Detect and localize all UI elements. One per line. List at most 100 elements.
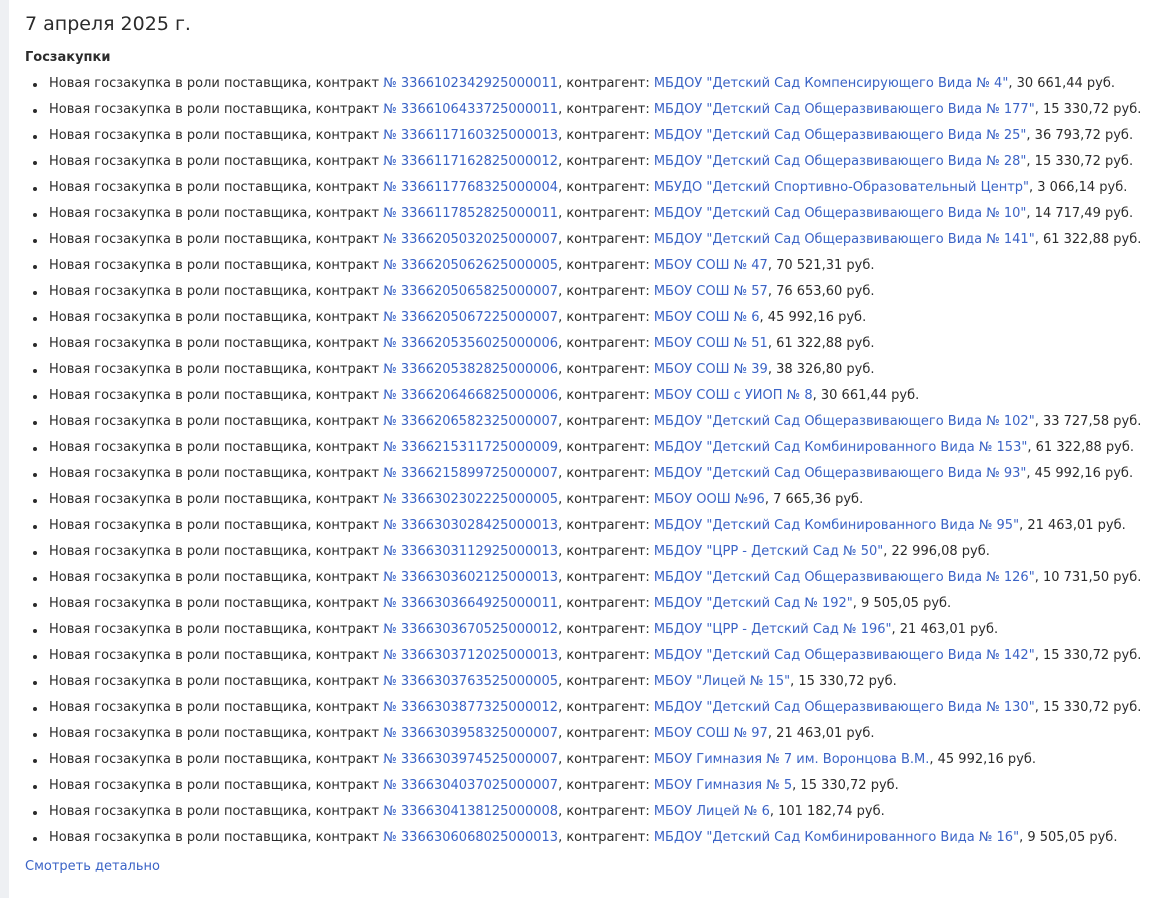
counterparty-link[interactable]: МБОУ СОШ № 57 — [654, 284, 768, 299]
counterparty-link[interactable]: МБДОУ "ЦРР - Детский Сад № 196" — [654, 622, 892, 637]
item-separator: , контрагент: — [558, 778, 654, 793]
list-item: Новая госзакупка в роли поставщика, конт… — [25, 71, 1165, 97]
counterparty-link[interactable]: МБДОУ "Детский Сад Общеразвивающего Вида… — [654, 414, 1035, 429]
counterparty-link[interactable]: МБОУ СОШ № 47 — [654, 258, 768, 273]
counterparty-link[interactable]: МБДОУ "Детский Сад Общеразвивающего Вида… — [654, 648, 1035, 663]
counterparty-link[interactable]: МБДОУ "Детский Сад Компенсирующего Вида … — [654, 76, 1008, 91]
contract-link[interactable]: № 3366306068025000013 — [383, 830, 558, 845]
contract-link[interactable]: № 3366117162825000012 — [383, 154, 558, 169]
view-details-link[interactable]: Смотреть детально — [25, 857, 160, 877]
item-prefix: Новая госзакупка в роли поставщика, конт… — [49, 128, 384, 143]
contract-link[interactable]: № 3366106433725000011 — [383, 102, 558, 117]
counterparty-link[interactable]: МБДОУ "Детский Сад Общеразвивающего Вида… — [654, 102, 1035, 117]
item-separator: , контрагент: — [558, 128, 654, 143]
item-amount: , 30 661,44 руб. — [1008, 76, 1115, 91]
item-amount: , 61 322,88 руб. — [1034, 232, 1142, 247]
contract-link[interactable]: № 3366205032025000007 — [383, 232, 558, 247]
contract-link[interactable]: № 3366117160325000013 — [383, 128, 558, 143]
item-prefix: Новая госзакупка в роли поставщика, конт… — [49, 154, 384, 169]
contract-link[interactable]: № 3366205062625000005 — [383, 258, 558, 273]
contract-link[interactable]: № 3366303712025000013 — [383, 648, 558, 663]
item-separator: , контрагент: — [558, 726, 654, 741]
item-amount: , 70 521,31 руб. — [767, 258, 875, 273]
counterparty-link[interactable]: МБОУ СОШ № 51 — [654, 336, 768, 351]
counterparty-link[interactable]: МБДОУ "Детский Сад Общеразвивающего Вида… — [654, 232, 1035, 247]
counterparty-link[interactable]: МБДОУ "Детский Сад № 192" — [654, 596, 853, 611]
counterparty-link[interactable]: МБДОУ "Детский Сад Общеразвивающего Вида… — [654, 128, 1027, 143]
contract-link[interactable]: № 3366304138125000008 — [383, 804, 558, 819]
item-amount: , 30 661,44 руб. — [812, 388, 920, 403]
counterparty-link[interactable]: МБУДО "Детский Спортивно-Образовательный… — [654, 180, 1029, 195]
contract-link[interactable]: № 3366205356025000006 — [383, 336, 558, 351]
list-item: Новая госзакупка в роли поставщика, конт… — [25, 279, 1165, 305]
list-item: Новая госзакупка в роли поставщика, конт… — [25, 149, 1165, 175]
contract-link[interactable]: № 3366206466825000006 — [383, 388, 558, 403]
counterparty-link[interactable]: МБОУ СОШ № 39 — [654, 362, 768, 377]
item-prefix: Новая госзакупка в роли поставщика, конт… — [49, 674, 384, 689]
contract-link[interactable]: № 3366205065825000007 — [383, 284, 558, 299]
contract-link[interactable]: № 3366303664925000011 — [383, 596, 558, 611]
item-prefix: Новая госзакупка в роли поставщика, конт… — [49, 206, 384, 221]
item-amount: , 76 653,60 руб. — [767, 284, 875, 299]
item-separator: , контрагент: — [558, 310, 654, 325]
item-amount: , 33 727,58 руб. — [1034, 414, 1142, 429]
item-amount: , 15 330,72 руб. — [792, 778, 899, 793]
contract-link[interactable]: № 3366205382825000006 — [383, 362, 558, 377]
counterparty-link[interactable]: МБДОУ "Детский Сад Общеразвивающего Вида… — [654, 206, 1027, 221]
counterparty-link[interactable]: МБОУ "Лицей № 15" — [654, 674, 790, 689]
contract-link[interactable]: № 3366303877325000012 — [383, 700, 558, 715]
contract-link[interactable]: № 3366303112925000013 — [383, 544, 558, 559]
item-amount: , 21 463,01 руб. — [767, 726, 875, 741]
counterparty-link[interactable]: МБДОУ "Детский Сад Комбинированного Вида… — [654, 518, 1019, 533]
contract-link[interactable]: № 3366215311725000009 — [383, 440, 558, 455]
counterparty-link[interactable]: МБОУ Гимназия № 7 им. Воронцова В.М. — [654, 752, 930, 767]
counterparty-link[interactable]: МБОУ ООШ №96 — [654, 492, 765, 507]
contract-link[interactable]: № 3366205067225000007 — [383, 310, 558, 325]
item-prefix: Новая госзакупка в роли поставщика, конт… — [49, 336, 384, 351]
item-amount: , 14 717,49 руб. — [1026, 206, 1134, 221]
item-separator: , контрагент: — [558, 76, 654, 91]
counterparty-link[interactable]: МБДОУ "Детский Сад Общеразвивающего Вида… — [654, 154, 1027, 169]
item-prefix: Новая госзакупка в роли поставщика, конт… — [49, 284, 384, 299]
counterparty-link[interactable]: МБДОУ "Детский Сад Общеразвивающего Вида… — [654, 466, 1027, 481]
contract-link[interactable]: № 3366302302225000005 — [383, 492, 558, 507]
list-item: Новая госзакупка в роли поставщика, конт… — [25, 123, 1165, 149]
contract-link[interactable]: № 3366303974525000007 — [383, 752, 558, 767]
item-prefix: Новая госзакупка в роли поставщика, конт… — [49, 310, 384, 325]
contract-link[interactable]: № 3366117768325000004 — [383, 180, 558, 195]
list-item: Новая госзакупка в роли поставщика, конт… — [25, 357, 1165, 383]
list-item: Новая госзакупка в роли поставщика, конт… — [25, 253, 1165, 279]
counterparty-link[interactable]: МБОУ СОШ № 6 — [654, 310, 760, 325]
item-amount: , 38 326,80 руб. — [767, 362, 875, 377]
contract-link[interactable]: № 3366215899725000007 — [383, 466, 558, 481]
list-item: Новая госзакупка в роли поставщика, конт… — [25, 643, 1165, 669]
item-prefix: Новая госзакупка в роли поставщика, конт… — [49, 596, 384, 611]
contract-link[interactable]: № 3366117852825000011 — [383, 206, 558, 221]
counterparty-link[interactable]: МБОУ СОШ с УИОП № 8 — [654, 388, 813, 403]
counterparty-link[interactable]: МБОУ Гимназия № 5 — [654, 778, 792, 793]
counterparty-link[interactable]: МБДОУ "Детский Сад Общеразвивающего Вида… — [654, 570, 1035, 585]
item-amount: , 45 992,16 руб. — [1026, 466, 1134, 481]
counterparty-link[interactable]: МБОУ Лицей № 6 — [654, 804, 770, 819]
list-item: Новая госзакупка в роли поставщика, конт… — [25, 175, 1165, 201]
item-separator: , контрагент: — [558, 700, 654, 715]
item-amount: , 15 330,72 руб. — [1026, 154, 1134, 169]
item-prefix: Новая госзакупка в роли поставщика, конт… — [49, 466, 384, 481]
contract-link[interactable]: № 3366304037025000007 — [383, 778, 558, 793]
contract-link[interactable]: № 3366303670525000012 — [383, 622, 558, 637]
contract-link[interactable]: № 3366206582325000007 — [383, 414, 558, 429]
item-prefix: Новая госзакупка в роли поставщика, конт… — [49, 76, 384, 91]
contract-link[interactable]: № 3366303763525000005 — [383, 674, 558, 689]
counterparty-link[interactable]: МБДОУ "Детский Сад Общеразвивающего Вида… — [654, 700, 1035, 715]
counterparty-link[interactable]: МБДОУ "Детский Сад Комбинированного Вида… — [654, 830, 1019, 845]
counterparty-link[interactable]: МБОУ СОШ № 97 — [654, 726, 768, 741]
contract-link[interactable]: № 3366303958325000007 — [383, 726, 558, 741]
counterparty-link[interactable]: МБДОУ "Детский Сад Комбинированного Вида… — [654, 440, 1027, 455]
list-item: Новая госзакупка в роли поставщика, конт… — [25, 487, 1165, 513]
item-prefix: Новая госзакупка в роли поставщика, конт… — [49, 440, 384, 455]
counterparty-link[interactable]: МБДОУ "ЦРР - Детский Сад № 50" — [654, 544, 883, 559]
contract-link[interactable]: № 3366303028425000013 — [383, 518, 558, 533]
contract-link[interactable]: № 3366102342925000011 — [383, 76, 558, 91]
contract-link[interactable]: № 3366303602125000013 — [383, 570, 558, 585]
item-prefix: Новая госзакупка в роли поставщика, конт… — [49, 258, 384, 273]
